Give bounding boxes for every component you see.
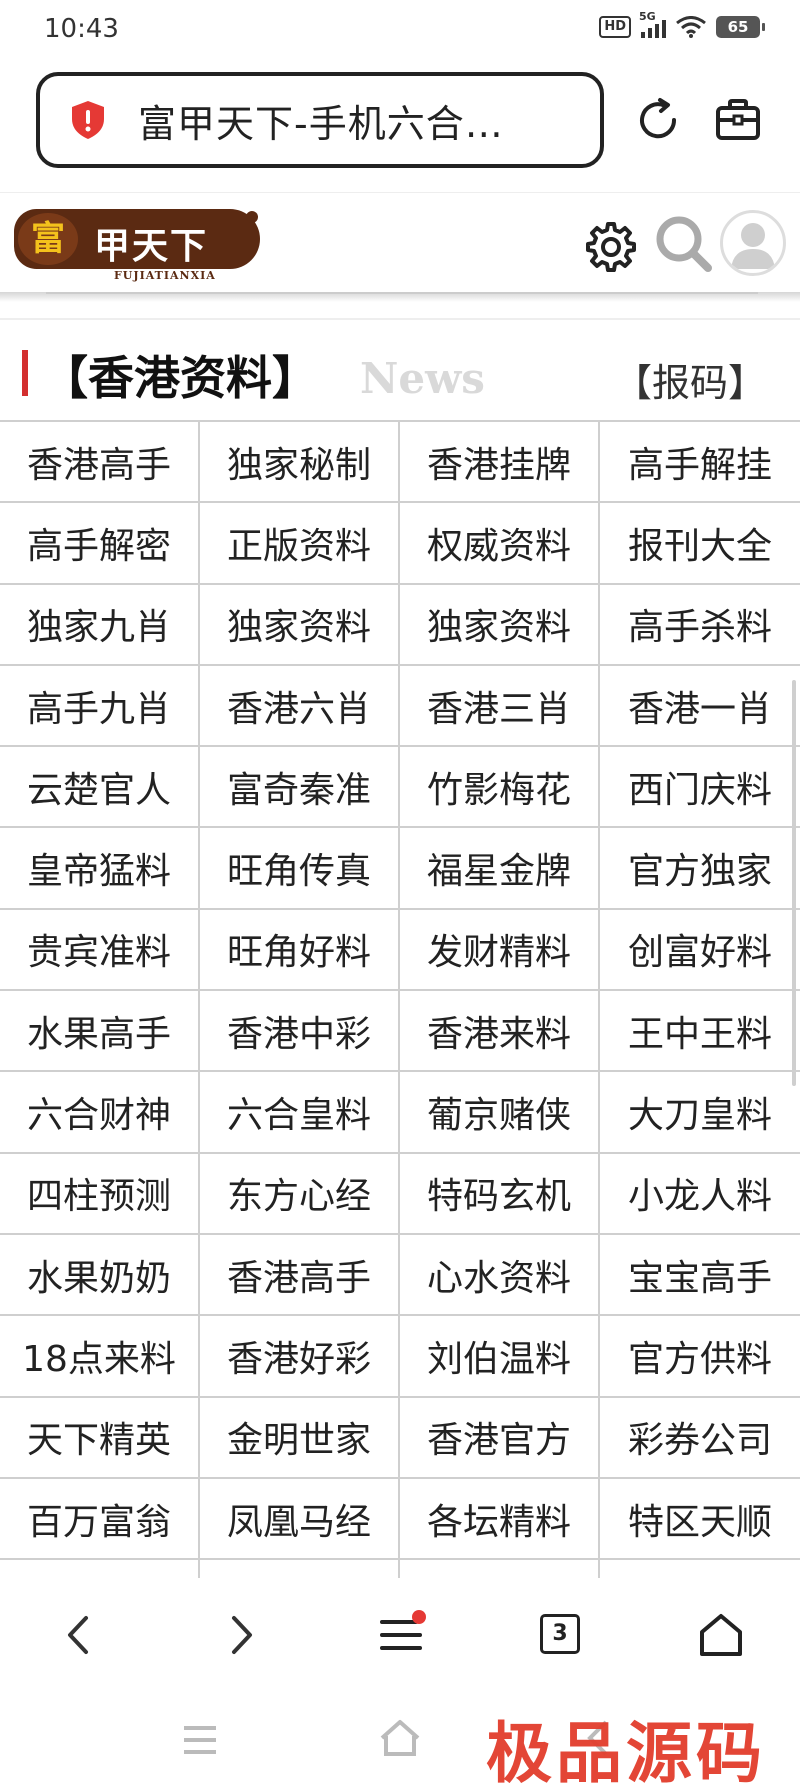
scrollbar[interactable] [792, 680, 796, 1086]
grid-link[interactable]: 香港一肖 [600, 665, 800, 748]
grid-link[interactable]: 彩券公司 [600, 1397, 800, 1479]
grid-link[interactable]: 西门庆料 [600, 747, 800, 829]
search-icon[interactable] [652, 212, 714, 274]
grid-link[interactable]: 官方独家 [600, 828, 800, 910]
grid-link[interactable]: 高手杀料 [600, 584, 800, 666]
recents-icon[interactable] [180, 1722, 220, 1758]
grid-link[interactable]: 竹影梅花 [400, 747, 600, 829]
grid-link[interactable]: 独家资料 [200, 584, 400, 666]
hd-icon: HD [599, 16, 631, 38]
grid-link[interactable]: 水果高手 [0, 991, 200, 1073]
grid-link[interactable]: 香港来料 [400, 991, 600, 1073]
logo-fu-mark: 富 [18, 213, 78, 265]
grid-link[interactable]: 云楚官人 [0, 747, 200, 829]
grid-link[interactable]: 独家秘制 [200, 422, 400, 504]
grid-link[interactable]: 香港高手 [200, 1234, 400, 1317]
grid-link[interactable]: 高手解密 [0, 503, 200, 585]
grid-link[interactable]: 百万富翁 [0, 1478, 200, 1561]
logo-subtitle: FUJIATIANXIA [114, 269, 216, 282]
grid-link[interactable]: 金明世家 [200, 1397, 400, 1479]
grid-link[interactable]: 权威资料 [400, 503, 600, 585]
grid-link[interactable]: 官方供料 [600, 1316, 800, 1398]
page-title: 富甲天下-手机六合… [138, 101, 504, 146]
link-grid: 香港高手 独家秘制 香港挂牌 高手解挂 高手解密 正版资料 权威资料 报刊大全 … [0, 422, 800, 1642]
watermark-text: 极品源码 [486, 1715, 766, 1783]
grid-link[interactable]: 特区天顺 [600, 1478, 800, 1561]
site-logo[interactable]: 富 甲天下 FUJIATIANXIA [14, 209, 260, 282]
divider [0, 318, 800, 320]
battery-icon: 65 [716, 16, 765, 38]
network-type: 5G [639, 10, 656, 23]
grid-link[interactable]: 正版资料 [200, 503, 400, 585]
grid-link[interactable]: 凤凰马经 [200, 1478, 400, 1561]
grid-link[interactable]: 六合财神 [0, 1072, 200, 1154]
grid-link[interactable]: 皇帝猛料 [0, 828, 200, 910]
notification-dot [412, 1610, 426, 1624]
grid-link[interactable]: 独家资料 [400, 584, 600, 666]
gear-icon[interactable] [584, 220, 638, 274]
user-icon [731, 223, 775, 269]
section-title: 【香港资料】 [42, 351, 318, 405]
signal-icon: 5G [639, 10, 666, 38]
grid-link[interactable]: 18点来料 [0, 1316, 200, 1398]
grid-link[interactable]: 香港好彩 [200, 1316, 400, 1398]
grid-link[interactable]: 高手解挂 [600, 422, 800, 504]
status-bar: 10:43 HD 5G 65 [0, 0, 800, 62]
grid-link[interactable]: 富奇秦准 [200, 747, 400, 829]
report-link[interactable]: 【报码】 [614, 352, 766, 407]
grid-link[interactable]: 报刊大全 [600, 503, 800, 585]
grid-link[interactable]: 旺角好料 [200, 909, 400, 992]
grid-link[interactable]: 葡京赌侠 [400, 1072, 600, 1154]
grid-link[interactable]: 心水资料 [400, 1234, 600, 1317]
grid-link[interactable]: 香港中彩 [200, 991, 400, 1073]
grid-link[interactable]: 香港官方 [400, 1397, 600, 1479]
grid-link[interactable]: 香港高手 [0, 422, 200, 504]
logo-name: 甲天下 [94, 225, 209, 267]
home-icon[interactable] [696, 1610, 746, 1660]
header-strip [46, 292, 758, 294]
grid-link[interactable]: 六合皇料 [200, 1072, 400, 1154]
grid-link[interactable]: 香港三肖 [400, 665, 600, 748]
avatar[interactable] [720, 210, 786, 276]
reload-icon[interactable] [634, 96, 682, 144]
grid-link[interactable]: 旺角传真 [200, 828, 400, 910]
logo-drop [246, 211, 258, 223]
grid-link[interactable]: 创富好料 [600, 909, 800, 992]
grid-link[interactable]: 各坛精料 [400, 1478, 600, 1561]
section-subtitle: News [360, 354, 485, 403]
grid-link[interactable]: 宝宝高手 [600, 1234, 800, 1317]
back-icon[interactable] [54, 1610, 104, 1660]
wifi-icon [676, 16, 706, 38]
grid-link[interactable]: 高手九肖 [0, 665, 200, 748]
tabs-button[interactable]: 3 [540, 1614, 580, 1654]
grid-link[interactable]: 福星金牌 [400, 828, 600, 910]
grid-link[interactable]: 香港六肖 [200, 665, 400, 748]
status-icons: HD 5G 65 [599, 10, 765, 38]
grid-link[interactable]: 王中王料 [600, 991, 800, 1073]
forward-icon[interactable] [216, 1610, 266, 1660]
grid-link[interactable]: 天下精英 [0, 1397, 200, 1479]
grid-link[interactable]: 大刀皇料 [600, 1072, 800, 1154]
section-accent-bar [22, 350, 28, 396]
grid-link[interactable]: 香港挂牌 [400, 422, 600, 504]
grid-link[interactable]: 贵宾准料 [0, 909, 200, 992]
grid-link[interactable]: 四柱预测 [0, 1153, 200, 1235]
url-bar[interactable]: 富甲天下-手机六合… [36, 72, 604, 168]
grid-link[interactable]: 发财精料 [400, 909, 600, 992]
system-home-icon[interactable] [378, 1718, 422, 1758]
grid-link[interactable]: 水果奶奶 [0, 1234, 200, 1317]
shield-warning-icon[interactable] [70, 100, 106, 140]
grid-link[interactable]: 独家九肖 [0, 584, 200, 666]
grid-link[interactable]: 东方心经 [200, 1153, 400, 1235]
status-time: 10:43 [44, 14, 119, 44]
grid-link[interactable]: 刘伯温料 [400, 1316, 600, 1398]
grid-link[interactable]: 特码玄机 [400, 1153, 600, 1235]
grid-link[interactable]: 小龙人料 [600, 1153, 800, 1235]
briefcase-icon[interactable] [714, 96, 762, 144]
